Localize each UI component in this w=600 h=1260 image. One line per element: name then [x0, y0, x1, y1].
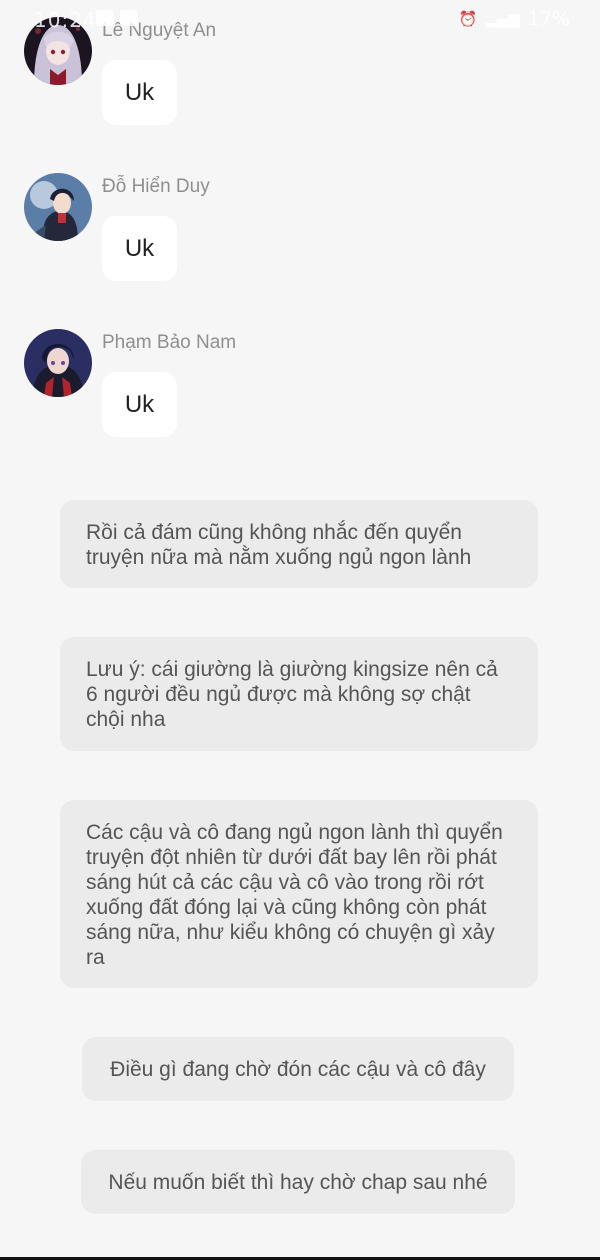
anime-boy-avatar-icon [24, 329, 92, 397]
narration-bubble[interactable]: Nếu muốn biết thì hay chờ chap sau nhé [81, 1150, 515, 1214]
avatar[interactable] [24, 173, 92, 241]
narration-bubble[interactable]: Lưu ý: cái giường là giường kingsize nên… [60, 637, 538, 751]
avatar[interactable] [24, 329, 92, 397]
narration-bubble[interactable]: Điều gì đang chờ đón các cậu và cô đây [82, 1037, 514, 1101]
message-bubble[interactable]: Uk [102, 216, 177, 281]
status-bar: 10:24 ⏰ ▂▄▆ 17% [0, 0, 600, 36]
narration-bubble[interactable]: Các cậu và cô đang ngủ ngon lành thì quy… [60, 800, 538, 988]
narration-bubble[interactable]: Rồi cả đám cũng không nhắc đến quyển tru… [60, 500, 538, 588]
sender-name: Phạm Bảo Nam [102, 332, 237, 353]
message-bubble[interactable]: Uk [102, 372, 177, 437]
status-indicators: ⏰ ▂▄▆ 17% [458, 8, 570, 30]
status-time: 10:24 [34, 8, 97, 32]
anime-boy-avatar-icon [24, 173, 92, 241]
signal-icon: ▂▄▆ [485, 10, 520, 28]
sender-name: Đỗ Hiển Duy [102, 176, 210, 197]
notification-icon [120, 10, 138, 26]
message-bubble[interactable]: Uk [102, 60, 177, 125]
alarm-icon: ⏰ [458, 10, 478, 28]
notification-icon [96, 10, 114, 26]
battery-level: 17% [527, 8, 570, 30]
